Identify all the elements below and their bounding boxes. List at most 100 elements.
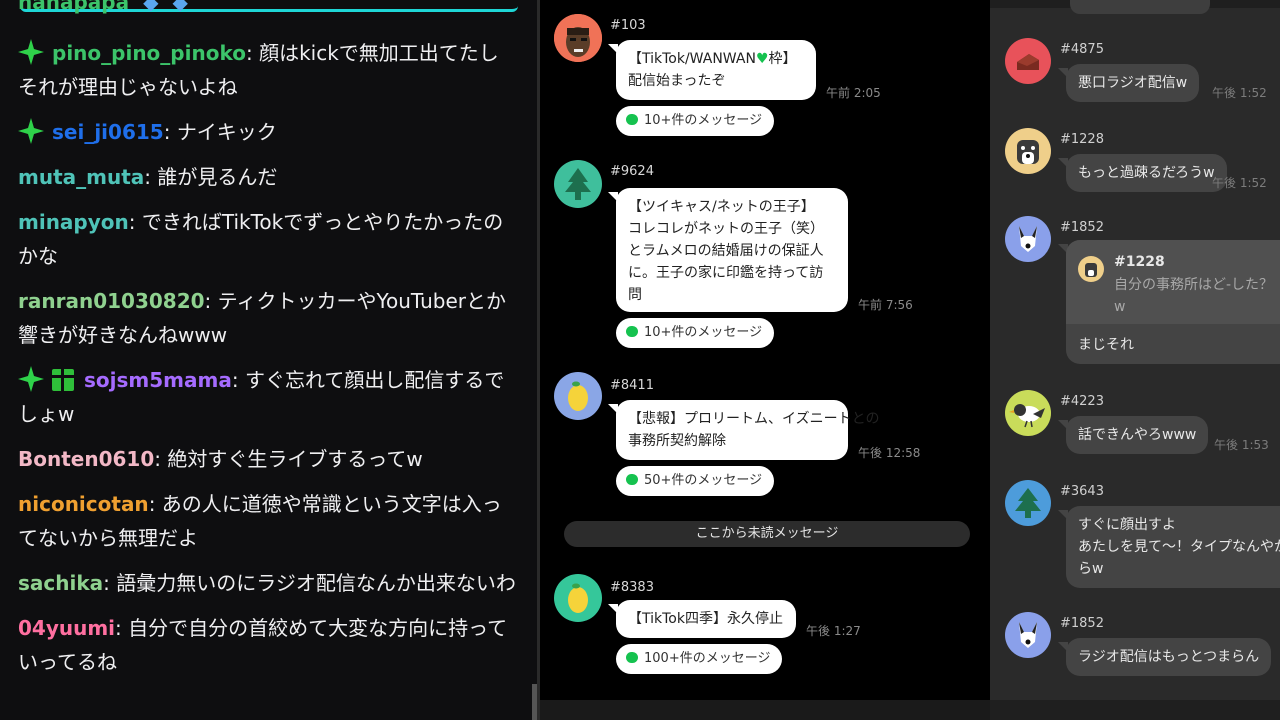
reply-count-label: 10+件のメッセージ (644, 325, 763, 340)
reply-count-label: 10+件のメッセージ (644, 113, 763, 128)
reply-bubble[interactable]: 話できんやろwww (1057, 416, 1209, 454)
chat-username[interactable]: Bonten0610 (18, 447, 154, 471)
star-badge-icon (18, 39, 44, 65)
thread-number: #9624 (610, 164, 654, 179)
reply-bubble[interactable]: すぐに顔出すよ あたしを見て〜！タイプなんやか らw (1058, 506, 1280, 588)
chat-message: ranran01030820: ティクトッカーやYouTuberとか響きが好きな… (18, 284, 518, 352)
user-avatar[interactable] (554, 160, 602, 208)
reply-bubble[interactable]: もっと過疎るだろうw (1058, 154, 1227, 192)
chat-username[interactable]: niconicotan (18, 492, 149, 516)
message-bubble-icon (626, 114, 638, 125)
chat-username[interactable]: muta_muta (18, 165, 144, 189)
dog-avatar-icon (1005, 128, 1051, 174)
chat-text: 絶対すぐ生ライブするってw (167, 447, 423, 471)
thread-list-bottom-bar (540, 700, 993, 720)
chat-separator: : (231, 368, 245, 392)
reply-number: #1852 (1060, 616, 1104, 631)
reply-count-button[interactable]: 50+件のメッセージ (616, 466, 775, 496)
user-avatar[interactable] (1005, 216, 1051, 262)
quoted-reply-bubble[interactable]: #1228 自分の事務所はど-した？w まじそれ (1058, 240, 1280, 364)
chat-username[interactable]: pino_pino_pinoko (52, 41, 246, 65)
lemon-avatar-icon (554, 372, 602, 420)
tree-avatar-icon (1005, 480, 1051, 526)
chat-username[interactable]: sojsm5mama (84, 368, 232, 392)
reply-number: #4875 (1060, 42, 1104, 57)
chat-username[interactable]: 04yuumi (18, 616, 115, 640)
thread-title-line: 枠】 (768, 51, 797, 67)
user-avatar[interactable] (554, 372, 602, 420)
chat-separator: : (115, 616, 129, 640)
user-avatar[interactable] (1005, 38, 1051, 84)
quoted-text: 自分の事務所はど-した？w (1114, 277, 1274, 315)
chat-separator: : (154, 447, 168, 471)
thread-timestamp: 午後 1:27 (806, 624, 861, 638)
lemon-avatar-icon (554, 574, 602, 622)
quoted-user-avatar (1078, 256, 1104, 282)
reply-text: ラジオ配信はもっとつまらん (1078, 649, 1260, 665)
star-badge-icon (18, 366, 44, 392)
chat-username[interactable]: minapyon (18, 210, 129, 234)
chat-message: sei_ji0615: ナイキック (18, 115, 518, 149)
reply-count-button[interactable]: 10+件のメッセージ (616, 106, 775, 136)
chat-username[interactable]: ranran01030820 (18, 289, 205, 313)
thread-title-bubble[interactable]: 【悲報】プロリートム、イズニートとの 事務所契約解除 (608, 400, 879, 460)
user-avatar[interactable] (554, 574, 602, 622)
chat-message: minapyon: できればTikTokでずっとやりたかったのかな (18, 205, 518, 273)
reply-text: 話できんやろwww (1078, 427, 1197, 443)
bird-avatar-icon (1005, 390, 1051, 436)
reply-text: まじそれ (1078, 337, 1134, 353)
quoted-message[interactable]: #1228 自分の事務所はど-した？w (1066, 240, 1280, 324)
dog-avatar-icon (1078, 256, 1104, 282)
reply-count-button[interactable]: 10+件のメッセージ (616, 318, 775, 348)
thread-timestamp: 午前 2:05 (826, 86, 881, 100)
chat-text: 語彙力無いのにラジオ配信なんか出来ないわ (116, 571, 516, 595)
user-avatar[interactable] (1005, 612, 1051, 658)
detail-bottom-bar (990, 700, 1280, 720)
thread-timestamp: 午前 7:56 (858, 298, 913, 312)
user-avatar[interactable] (554, 14, 602, 62)
chat-separator: : (163, 120, 177, 144)
thread-title-line: 配信始まったぞ (628, 73, 726, 89)
chat-separator: : (204, 289, 218, 313)
user-avatar[interactable] (1005, 390, 1051, 436)
chat-message: niconicotan: あの人に道徳や常識という文字は入ってないから無理だよ (18, 487, 518, 555)
reply-text: すぐに顔出すよ (1078, 517, 1176, 533)
thread-title-line: 問 (628, 287, 642, 303)
thread-title-line: とラムメロの結婚届けの保証人 (628, 243, 824, 259)
chat-message: pino_pino_pinoko: 顔はkickで無加工出てたしそれが理由じゃな… (18, 36, 518, 104)
reply-text: らw (1078, 561, 1104, 577)
green-heart-icon: ♥ (755, 51, 769, 67)
thread-title-line: コレコレがネットの王子（笑） (628, 221, 824, 237)
thread-title-bubble[interactable]: 【ツイキャス/ネットの王子】 コレコレがネットの王子（笑） とラムメロの結婚届け… (608, 188, 848, 312)
thread-timestamp: 午後 12:58 (858, 446, 921, 460)
tree-avatar-icon (554, 160, 602, 208)
dog-avatar-icon (1005, 216, 1051, 262)
user-avatar[interactable] (1005, 128, 1051, 174)
chat-username[interactable]: sei_ji0615 (52, 120, 164, 144)
thread-title-bubble[interactable]: 【TikTok四季】永久停止 (608, 600, 796, 638)
thread-title-bubble[interactable]: 【TikTok/WANWAN♥枠】 配信始まったぞ (608, 40, 816, 100)
person-avatar-icon (554, 14, 602, 62)
reply-timestamp: 午後 1:52 (1212, 86, 1267, 100)
chat-username[interactable]: sachika (18, 571, 103, 595)
thread-number: #103 (610, 18, 646, 33)
chat-message: Bonten0610: 絶対すぐ生ライブするってw (18, 442, 518, 476)
message-bubble-icon (626, 474, 638, 485)
chat-text: ナイキック (176, 120, 277, 144)
reply-bubble[interactable]: ラジオ配信はもっとつまらん (1057, 638, 1272, 676)
cut-off-message-bubble (1070, 0, 1210, 14)
chat-username[interactable]: nanapapa (18, 0, 129, 14)
chat-text: 誰が見るんだ (157, 165, 278, 189)
reply-number: #4223 (1060, 394, 1104, 409)
thread-number: #8383 (610, 580, 654, 595)
reply-count-label: 50+件のメッセージ (644, 473, 763, 488)
gift-badge-icon (52, 369, 74, 391)
chat-message: sachika: 語彙力無いのにラジオ配信なんか出来ないわ (18, 566, 518, 600)
reply-bubble[interactable]: 悪口ラジオ配信w (1057, 64, 1200, 102)
reply-count-button[interactable]: 100+件のメッセージ (616, 644, 783, 674)
user-avatar[interactable] (1005, 480, 1051, 526)
chat-separator: : (245, 41, 260, 65)
live-chat-panel: nanapapa ◆◆ pino_pino_pinoko: 顔はkickで無加工出… (0, 0, 537, 720)
unread-messages-divider: ここから未読メッセージ (564, 521, 970, 547)
chat-message: muta_muta: 誰が見るんだ (18, 160, 518, 194)
